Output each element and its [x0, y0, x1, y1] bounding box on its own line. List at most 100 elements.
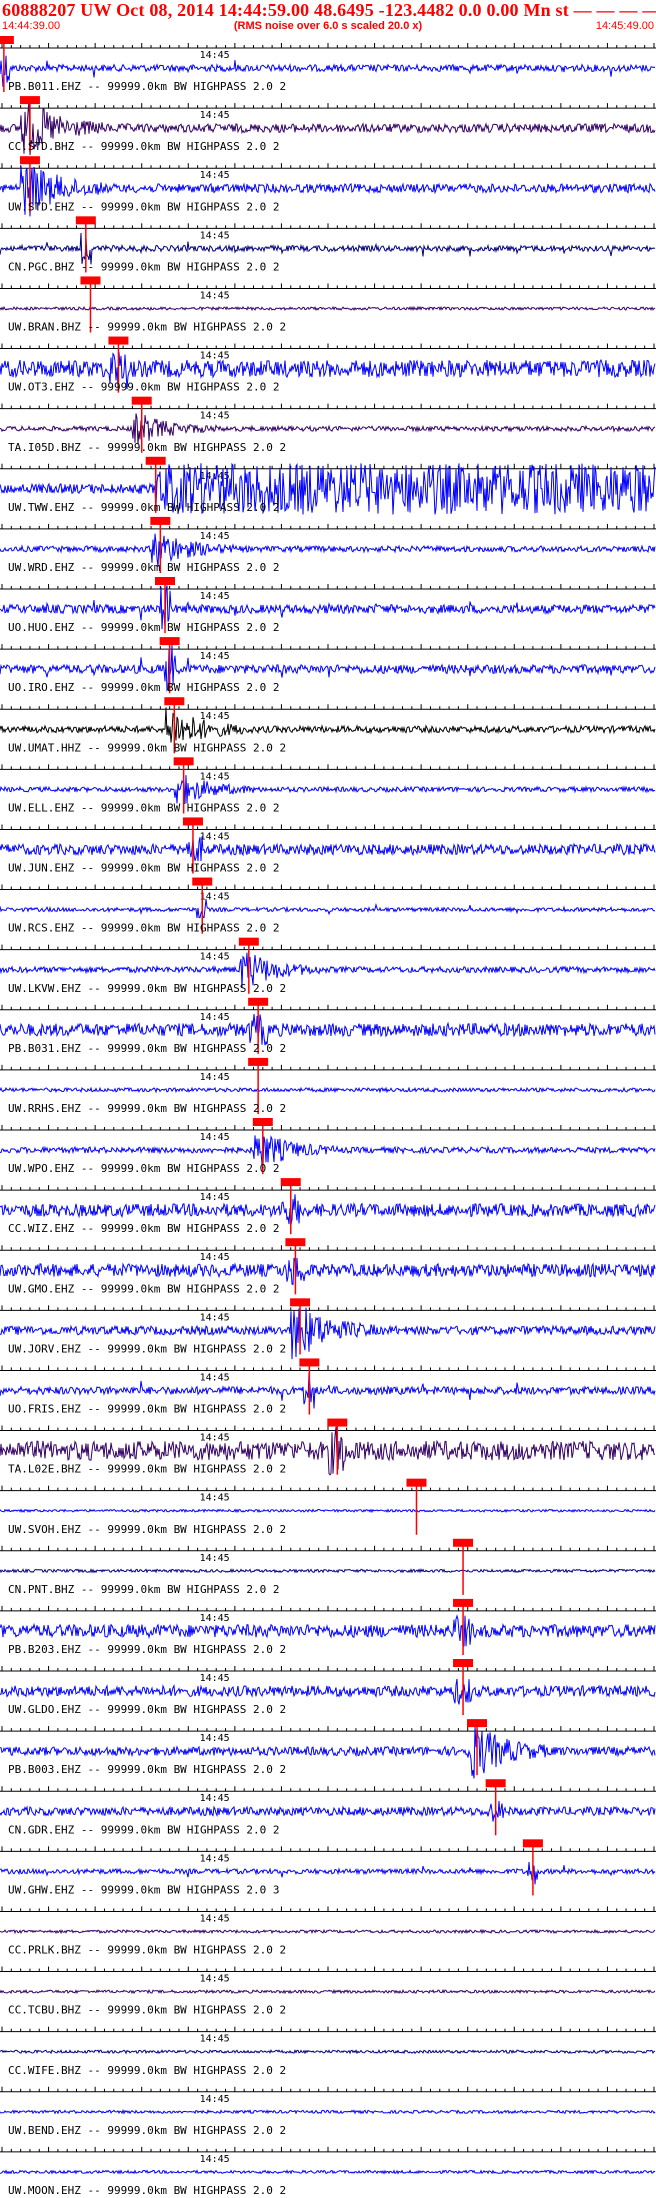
trace-row: 14:45 UW.SVOH.EHZ -- 99999.0km BW HIGHPAS…: [0, 1478, 656, 1536]
station-label: CC.TCBU.BHZ -- 99999.0km BW HIGHPASS 2.0…: [8, 2004, 286, 2017]
time-tick-label: 14:45: [200, 230, 230, 241]
trace-row: 14:45 TA.I05D.BHZ -- 99999.0km BW HIGHPAS…: [0, 396, 656, 454]
pick-flag: [19, 156, 40, 165]
time-tick-label: 14:45: [200, 351, 230, 362]
time-tick-label: 14:45: [200, 1913, 230, 1924]
pick-flag: [19, 96, 40, 105]
time-tick-label: 14:45: [200, 1132, 230, 1143]
station-label: UW.GHW.EHZ -- 99999.0km BW HIGHPASS 2.0 …: [8, 1883, 280, 1896]
trace-row: 14:45 UW.RRHS.EHZ -- 99999.0km BW HIGHPAS…: [0, 1057, 656, 1115]
pick-flag: [248, 997, 269, 1006]
pick-flag: [453, 1659, 474, 1667]
trace-row: 14:45UW.TWW.EHZ -- 99999.0km BW HIGHPASS…: [0, 456, 656, 515]
waveform: [0, 1678, 656, 1705]
trace-row: 14:45 UW.STD.EHZ -- 99999.0km BW HIGHPASS…: [0, 156, 656, 217]
station-label: UW.OT3.EHZ -- 99999.0km BW HIGHPASS 2.0 …: [8, 381, 280, 394]
time-tick-label: 14:45: [200, 2034, 230, 2045]
time-tick-label: 14:45: [200, 892, 230, 903]
pick-flag: [406, 1478, 427, 1487]
trace-row: 14:45 UW.GLDO.EHZ -- 99999.0km BW HIGHPAS…: [0, 1659, 656, 1716]
trace-row: 14:45 UW.WPO.EHZ -- 99999.0km BW HIGHPASS…: [0, 1118, 656, 1175]
time-tick-label: 14:45: [200, 591, 230, 602]
station-label: CC.STD.BHZ -- 99999.0km BW HIGHPASS 2.0 …: [8, 140, 280, 153]
pick-flag: [192, 877, 213, 886]
station-label: CN.PGC.BHZ -- 99999.0km BW HIGHPASS 2.0 …: [8, 260, 280, 273]
time-tick-label: 14:45: [200, 831, 230, 842]
waveform: [0, 1086, 656, 1094]
trace-row: 14:45 UW.GHW.EHZ -- 99999.0km BW HIGHPASS…: [0, 1839, 656, 1896]
trace-row: 14:45 CC.WIZ.EHZ -- 99999.0km BW HIGHPASS…: [0, 1178, 656, 1235]
station-label: UW.SVOH.EHZ -- 99999.0km BW HIGHPASS 2.0…: [8, 1523, 286, 1536]
station-label: UW.TWW.EHZ -- 99999.0km BW HIGHPASS 2.0 …: [8, 501, 280, 514]
pick-flag: [145, 456, 166, 465]
station-label: UW.RCS.EHZ -- 99999.0km BW HIGHPASS 2.0 …: [8, 922, 280, 935]
trace-row: 14:45 UO.FRIS.EHZ -- 99999.0km BW HIGHPAS…: [0, 1358, 656, 1416]
pick-flag: [80, 276, 101, 285]
station-label: TA.I05D.BHZ -- 99999.0km BW HIGHPASS 2.0…: [8, 441, 286, 454]
pick-flag: [155, 577, 175, 585]
waveform: [0, 1013, 656, 1046]
trace-row: 14:45 PB.B011.EHZ -- 99999.0km BW HIGHPAS…: [0, 36, 656, 93]
station-label: UW.WPO.EHZ -- 99999.0km BW HIGHPASS 2.0 …: [8, 1162, 280, 1175]
time-tick-label: 14:45: [200, 1072, 230, 1083]
seismogram-plot: 14:45 PB.B011.EHZ -- 99999.0km BW HIGHPAS…: [0, 36, 656, 2197]
trace-row: 14:45 UW.BRAN.BHZ -- 99999.0km BW HIGHPAS…: [0, 276, 656, 334]
pick-flag: [159, 637, 180, 646]
pick-flag: [0, 36, 14, 44]
waveform: [0, 899, 656, 919]
waveform: [0, 1568, 656, 1574]
pick-flag: [453, 1598, 474, 1607]
trace-row: 14:45 UO.IRO.EHZ -- 99999.0km BW HIGHPASS…: [0, 637, 656, 694]
station-label: PB.B003.EHZ -- 99999.0km BW HIGHPASS 2.0…: [8, 1763, 286, 1776]
pick-flag: [522, 1839, 543, 1848]
pick-flag: [108, 336, 129, 345]
time-tick-label: 14:45: [200, 170, 230, 181]
trace-row: 14:45 CC.WIFE.BHZ -- 99999.0km BW HIGHPAS…: [0, 2026, 656, 2077]
waveform: [0, 836, 656, 862]
station-label: PB.B011.EHZ -- 99999.0km BW HIGHPASS 2.0…: [8, 80, 286, 93]
trace-row: 14:45 UW.RCS.EHZ -- 99999.0km BW HIGHPASS…: [0, 877, 656, 935]
time-tick-label: 14:45: [200, 1433, 230, 1444]
station-label: UW.JUN.EHZ -- 99999.0km BW HIGHPASS 2.0 …: [8, 862, 280, 875]
station-label: UW.STD.EHZ -- 99999.0km BW HIGHPASS 2.0 …: [8, 200, 280, 213]
time-tick-label: 14:45: [200, 1733, 230, 1744]
waveform: [0, 775, 656, 805]
pick-flag: [182, 817, 203, 826]
waveform: [0, 413, 656, 445]
time-tick-label: 14:45: [200, 110, 230, 121]
station-label: UW.BEND.EHZ -- 99999.0km BW HIGHPASS 2.0…: [8, 2124, 286, 2137]
pick-flag: [285, 1238, 306, 1247]
station-label: UW.LKVW.EHZ -- 99999.0km BW HIGHPASS 2.0…: [8, 982, 286, 995]
trace-row: 14:45 UW.WRD.EHZ -- 99999.0km BW HIGHPASS…: [0, 516, 656, 574]
waveform: [0, 305, 656, 312]
pick-flag: [252, 1118, 273, 1126]
trace-row: 14:45 UO.HUO.EHZ -- 99999.0km BW HIGHPASS…: [0, 577, 656, 634]
station-label: UW.BRAN.BHZ -- 99999.0km BW HIGHPASS 2.0…: [8, 321, 286, 334]
pick-flag: [238, 937, 259, 946]
waveform: [0, 1928, 656, 1935]
time-tick-label: 14:45: [200, 1553, 230, 1564]
station-label: UW.MOON.EHZ -- 99999.0km BW HIGHPASS 2.0…: [8, 2184, 286, 2197]
station-label: CC.WIFE.BHZ -- 99999.0km BW HIGHPASS 2.0…: [8, 2064, 286, 2077]
station-label: UO.FRIS.EHZ -- 99999.0km BW HIGHPASS 2.0…: [8, 1403, 286, 1416]
station-label: UW.ELL.EHZ -- 99999.0km BW HIGHPASS 2.0 …: [8, 801, 280, 814]
time-tick-label: 14:45: [200, 1252, 230, 1263]
time-tick-label: 14:45: [200, 1673, 230, 1684]
waveform: [0, 2108, 656, 2115]
time-tick-label: 14:45: [200, 1312, 230, 1323]
trace-row: 14:45 CC.STD.BHZ -- 99999.0km BW HIGHPASS…: [0, 96, 656, 156]
station-label: UW.JORV.EHZ -- 99999.0km BW HIGHPASS 2.0…: [8, 1342, 286, 1355]
trace-row: 14:45UW.ELL.EHZ -- 99999.0km BW HIGHPASS…: [0, 757, 656, 814]
station-label: UW.GLDO.EHZ -- 99999.0km BW HIGHPASS 2.0…: [8, 1703, 286, 1716]
pick-flag: [248, 1057, 269, 1066]
trace-row: 14:45 CN.PGC.BHZ -- 99999.0km BW HIGHPASS…: [0, 216, 656, 273]
station-label: UO.IRO.EHZ -- 99999.0km BW HIGHPASS 2.0 …: [8, 681, 280, 694]
trace-row: 14:45 PB.B203.EHZ -- 99999.0km BW HIGHPAS…: [0, 1598, 656, 1656]
waveform: [0, 1800, 656, 1822]
pick-flag: [131, 396, 152, 405]
station-label: UW.GMO.EHZ -- 99999.0km BW HIGHPASS 2.0 …: [8, 1282, 280, 1295]
waveform: [0, 2049, 656, 2055]
pick-flag: [75, 216, 96, 225]
waveform: [0, 1257, 656, 1286]
time-tick-label: 14:45: [200, 651, 230, 662]
